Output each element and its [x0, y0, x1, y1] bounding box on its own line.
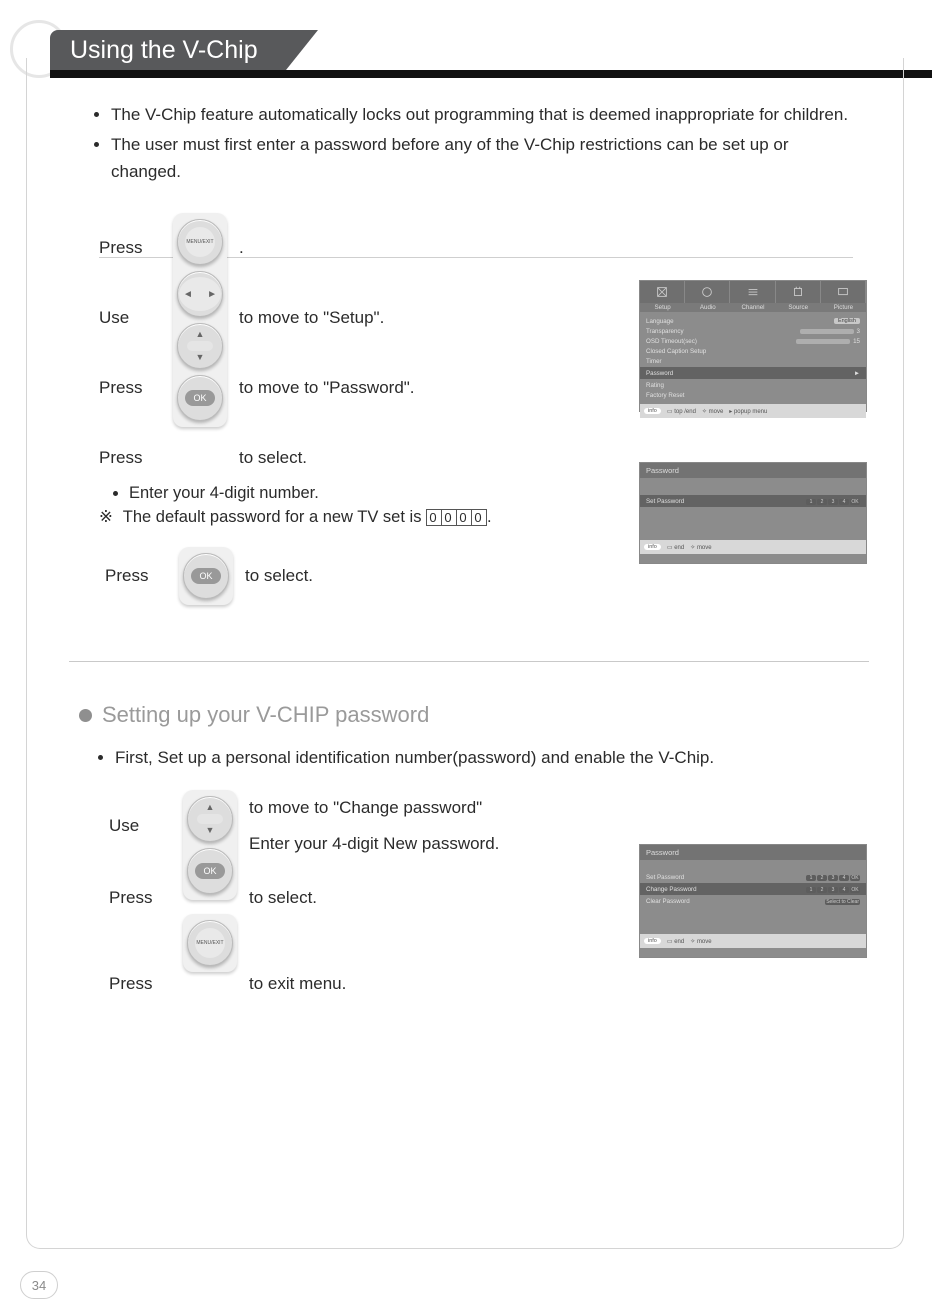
step-text: . — [227, 213, 415, 283]
tv-screenshot-password: Password Set Password 1234OK info▭ end✧ … — [639, 462, 867, 564]
bullet-icon — [79, 709, 92, 722]
section-heading: Setting up your V-CHIP password — [79, 702, 903, 728]
step-verb: Press — [99, 213, 173, 283]
step-verb: Use — [109, 790, 183, 862]
menu-exit-button-icon: MENU/EXIT — [187, 920, 233, 966]
section-divider — [69, 661, 869, 662]
step-text: to select. — [237, 862, 499, 934]
step-verb: Press — [109, 948, 183, 1020]
ok-button-icon: OK — [177, 375, 223, 421]
up-down-button-icon: ▲▼ — [177, 323, 223, 369]
intro-item: The V-Chip feature automatically locks o… — [111, 102, 853, 128]
remote-button-column: MENU/EXIT ◄► ▲▼ OK — [173, 213, 227, 427]
ok-button-icon: OK — [187, 848, 233, 894]
step-text: to select. — [233, 566, 313, 586]
left-right-button-icon: ◄► — [177, 271, 223, 317]
up-down-button-icon: ▲▼ — [187, 796, 233, 842]
ok-button-icon: OK — [183, 553, 229, 599]
intro-item: The user must first enter a password bef… — [111, 132, 853, 185]
menu-exit-button-icon: MENU/EXIT — [177, 219, 223, 265]
step-verb: Press — [109, 862, 183, 934]
step-text: to exit menu. — [237, 948, 499, 1020]
tv-screenshot-setup: SetupAudioChannelSourcePicture LanguageE… — [639, 280, 867, 412]
step-verb: Use — [99, 283, 173, 353]
default-password-digits: 0000 — [426, 509, 487, 526]
section2-intro: First, Set up a personal identification … — [115, 748, 853, 768]
step-verb: Press — [99, 423, 173, 493]
content-frame: The V-Chip feature automatically locks o… — [26, 58, 904, 1249]
step-text: to move to "Setup". — [227, 283, 415, 353]
step-text: Enter your 4-digit New password. — [237, 826, 499, 862]
page-number: 34 — [20, 1271, 58, 1299]
step-text: to select. — [227, 423, 415, 493]
intro-list: The V-Chip feature automatically locks o… — [93, 102, 853, 185]
step-text: to move to "Password". — [227, 353, 415, 423]
step-text: to move to "Change password" — [237, 790, 499, 826]
step-verb: Press — [105, 566, 179, 586]
step-verb: Press — [99, 353, 173, 423]
tv-screenshot-change-password: Password Set Password 1234OK Change Pass… — [639, 844, 867, 958]
